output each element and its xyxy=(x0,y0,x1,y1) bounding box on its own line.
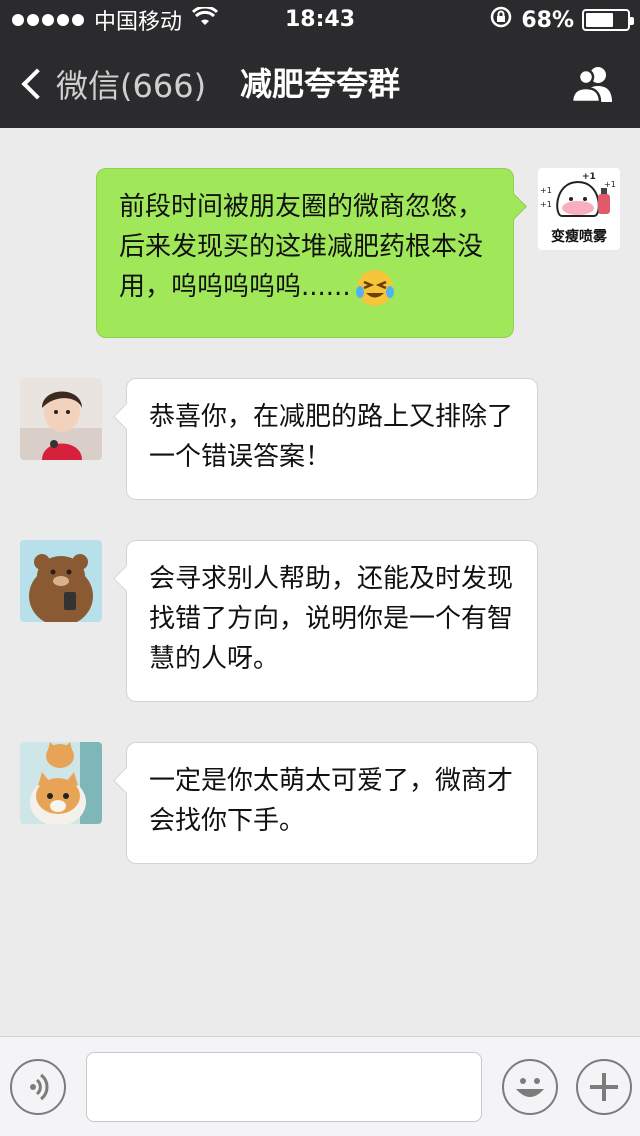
group-members-icon[interactable] xyxy=(570,64,616,104)
chevron-left-icon xyxy=(21,68,53,100)
sticker-mark: +1 xyxy=(540,186,552,195)
back-label: 微信(666) xyxy=(56,67,207,105)
status-bar: 中国移动 18:43 68% xyxy=(0,0,640,40)
emoji-button[interactable] xyxy=(502,1059,558,1115)
sticker-mark: +1 xyxy=(582,172,596,182)
chat-area[interactable]: 前段时间被朋友圈的微商忽悠，后来发现买的这堆减肥药根本没用，呜呜呜呜呜.....… xyxy=(0,128,640,1036)
message-bubble-self[interactable]: 前段时间被朋友圈的微商忽悠，后来发现买的这堆减肥药根本没用，呜呜呜呜呜.....… xyxy=(96,168,514,338)
input-bar xyxy=(0,1036,640,1136)
message-text: 恭喜你，在减肥的路上又排除了一个错误答案！ xyxy=(149,402,514,472)
battery-icon xyxy=(582,9,634,31)
self-avatar[interactable]: +1 +1 +1 +1 变瘦喷雾 xyxy=(538,168,620,250)
message-text: 会寻求别人帮助，还能及时发现找错了方向，说明你是一个有智慧的人呀。 xyxy=(149,564,514,674)
message-bubble[interactable]: 恭喜你，在减肥的路上又排除了一个错误答案！ xyxy=(126,378,538,500)
plus-icon xyxy=(590,1073,618,1101)
message-bubble[interactable]: 会寻求别人帮助，还能及时发现找错了方向，说明你是一个有智慧的人呀。 xyxy=(126,540,538,702)
sender-avatar[interactable] xyxy=(20,378,102,460)
sticker-mark: +1 xyxy=(540,200,552,209)
message-bubble[interactable]: 一定是你太萌太可爱了，微商才会找你下手。 xyxy=(126,742,538,864)
battery-percent: 68% xyxy=(521,7,574,33)
voice-input-button[interactable] xyxy=(10,1059,66,1115)
nav-bar: 微信(666) 减肥夸夸群 xyxy=(0,40,640,128)
smiley-icon xyxy=(516,1078,544,1097)
crying-laughing-emoji-icon xyxy=(355,268,395,308)
message-text: 一定是你太萌太可爱了，微商才会找你下手。 xyxy=(149,766,514,836)
message-text: 前段时间被朋友圈的微商忽悠，后来发现买的这堆减肥药根本没用，呜呜呜呜呜.....… xyxy=(119,192,483,306)
more-options-button[interactable] xyxy=(576,1059,632,1115)
message-input[interactable] xyxy=(86,1052,482,1122)
voice-icon xyxy=(30,1073,49,1101)
sender-avatar[interactable] xyxy=(20,540,102,622)
rotation-lock-icon xyxy=(489,5,513,35)
avatar-caption: 变瘦喷雾 xyxy=(551,229,607,245)
back-button[interactable]: 微信(666) xyxy=(18,40,206,128)
sticker-mark: +1 xyxy=(604,180,616,189)
sender-avatar[interactable] xyxy=(20,742,102,824)
